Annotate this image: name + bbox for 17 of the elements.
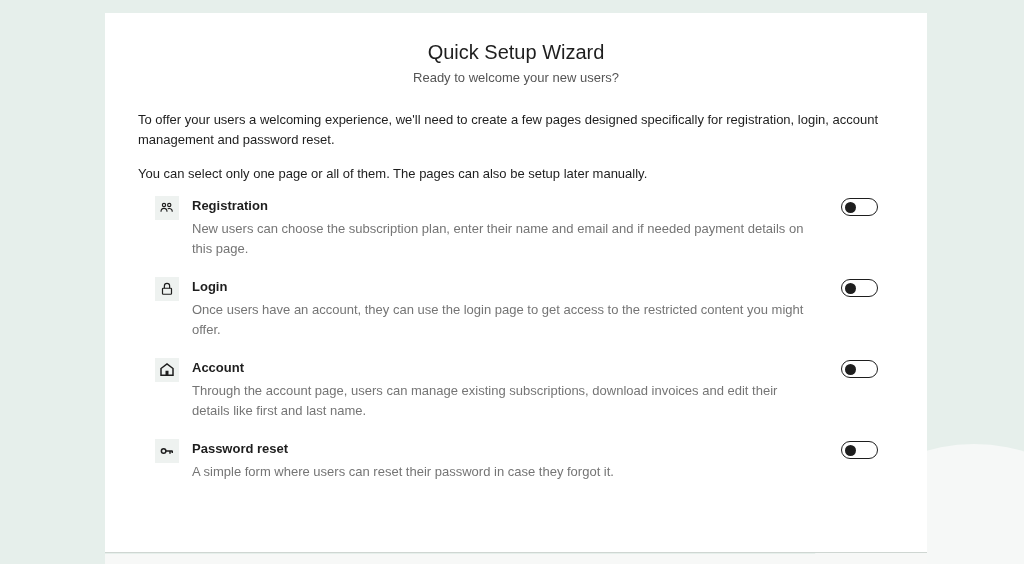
toggle-switch[interactable] [841, 198, 878, 216]
page-title: Account [192, 360, 245, 375]
page-title: Login [192, 279, 229, 294]
home-icon [158, 361, 176, 379]
page-description: New users can choose the subscription plan, enter their name and email and if needed payment details on this page. [192, 220, 805, 258]
page-title: Registration [192, 198, 269, 213]
toggle-switch[interactable] [841, 441, 878, 459]
toggle-switch[interactable] [841, 360, 878, 378]
wizard-subtitle: Ready to welcome your new users? [412, 70, 620, 85]
page-description: A simple form where users can reset their password in case they forgot it. [192, 463, 615, 481]
page-description: Once users have an account, they can use the login page to get access to the restricted content you might offer. [192, 301, 805, 339]
page-description: Through the account page, users can manage existing subscriptions, download invoices and edit their details like first and last name. [192, 382, 779, 420]
page-title: Password reset [192, 441, 290, 456]
wizard-title: Quick Setup Wizard [426, 41, 606, 64]
intro-paragraph: To offer your users a welcoming experience, we'll need to create a few pages designed specifically for registration, login, account management and password reset. [138, 111, 880, 149]
toggle-switch[interactable] [841, 279, 878, 297]
intro-paragraph: You can select only one page or all of them. The pages can also be setup later manually. [138, 165, 649, 183]
